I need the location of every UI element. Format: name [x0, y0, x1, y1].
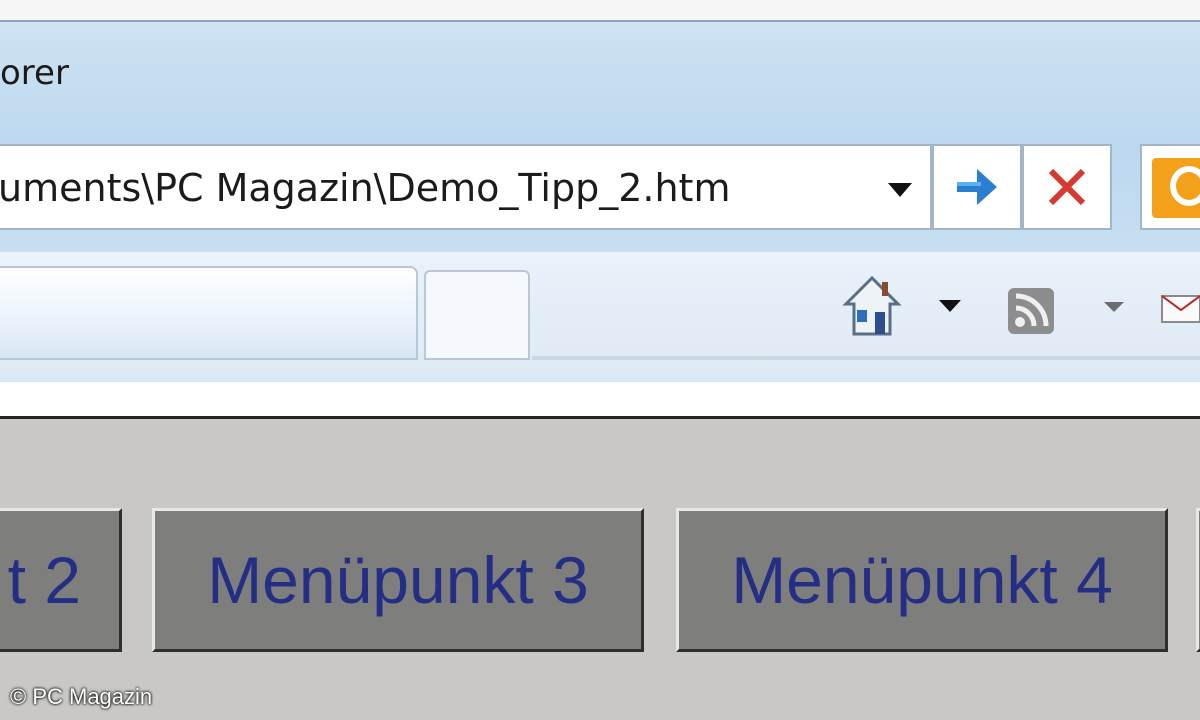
close-icon — [1048, 168, 1086, 206]
home-dropdown-icon[interactable] — [935, 296, 965, 316]
menu-item-2[interactable]: t 2 — [0, 508, 122, 652]
top-strip — [0, 0, 1200, 20]
menu-item-5-edge[interactable] — [1196, 508, 1200, 652]
mail-icon[interactable] — [1158, 290, 1200, 326]
go-button[interactable] — [932, 144, 1022, 230]
tab-new[interactable] — [424, 270, 530, 360]
page-top-area — [0, 382, 1200, 416]
home-icon[interactable] — [842, 274, 902, 338]
tab-current[interactable] — [0, 266, 418, 360]
copyright-watermark: © PC Magazin — [10, 684, 153, 709]
command-bar-edge — [532, 356, 1200, 360]
window-title: orer — [0, 53, 69, 93]
address-bar[interactable]: uments\PC Magazin\Demo_Tipp_2.htm — [0, 144, 932, 230]
rss-icon[interactable] — [1006, 286, 1056, 336]
bing-icon — [1152, 158, 1200, 218]
menu-item-4[interactable]: Menüpunkt 4 — [676, 508, 1168, 652]
menu-item-3[interactable]: Menüpunkt 3 — [152, 508, 644, 652]
address-dropdown-icon[interactable] — [880, 180, 920, 202]
stop-button[interactable] — [1022, 144, 1112, 230]
search-provider-button[interactable] — [1140, 144, 1200, 230]
address-field-value[interactable]: uments\PC Magazin\Demo_Tipp_2.htm — [0, 160, 730, 216]
arrow-right-icon — [957, 169, 997, 205]
rss-dropdown-icon[interactable] — [1100, 298, 1128, 316]
